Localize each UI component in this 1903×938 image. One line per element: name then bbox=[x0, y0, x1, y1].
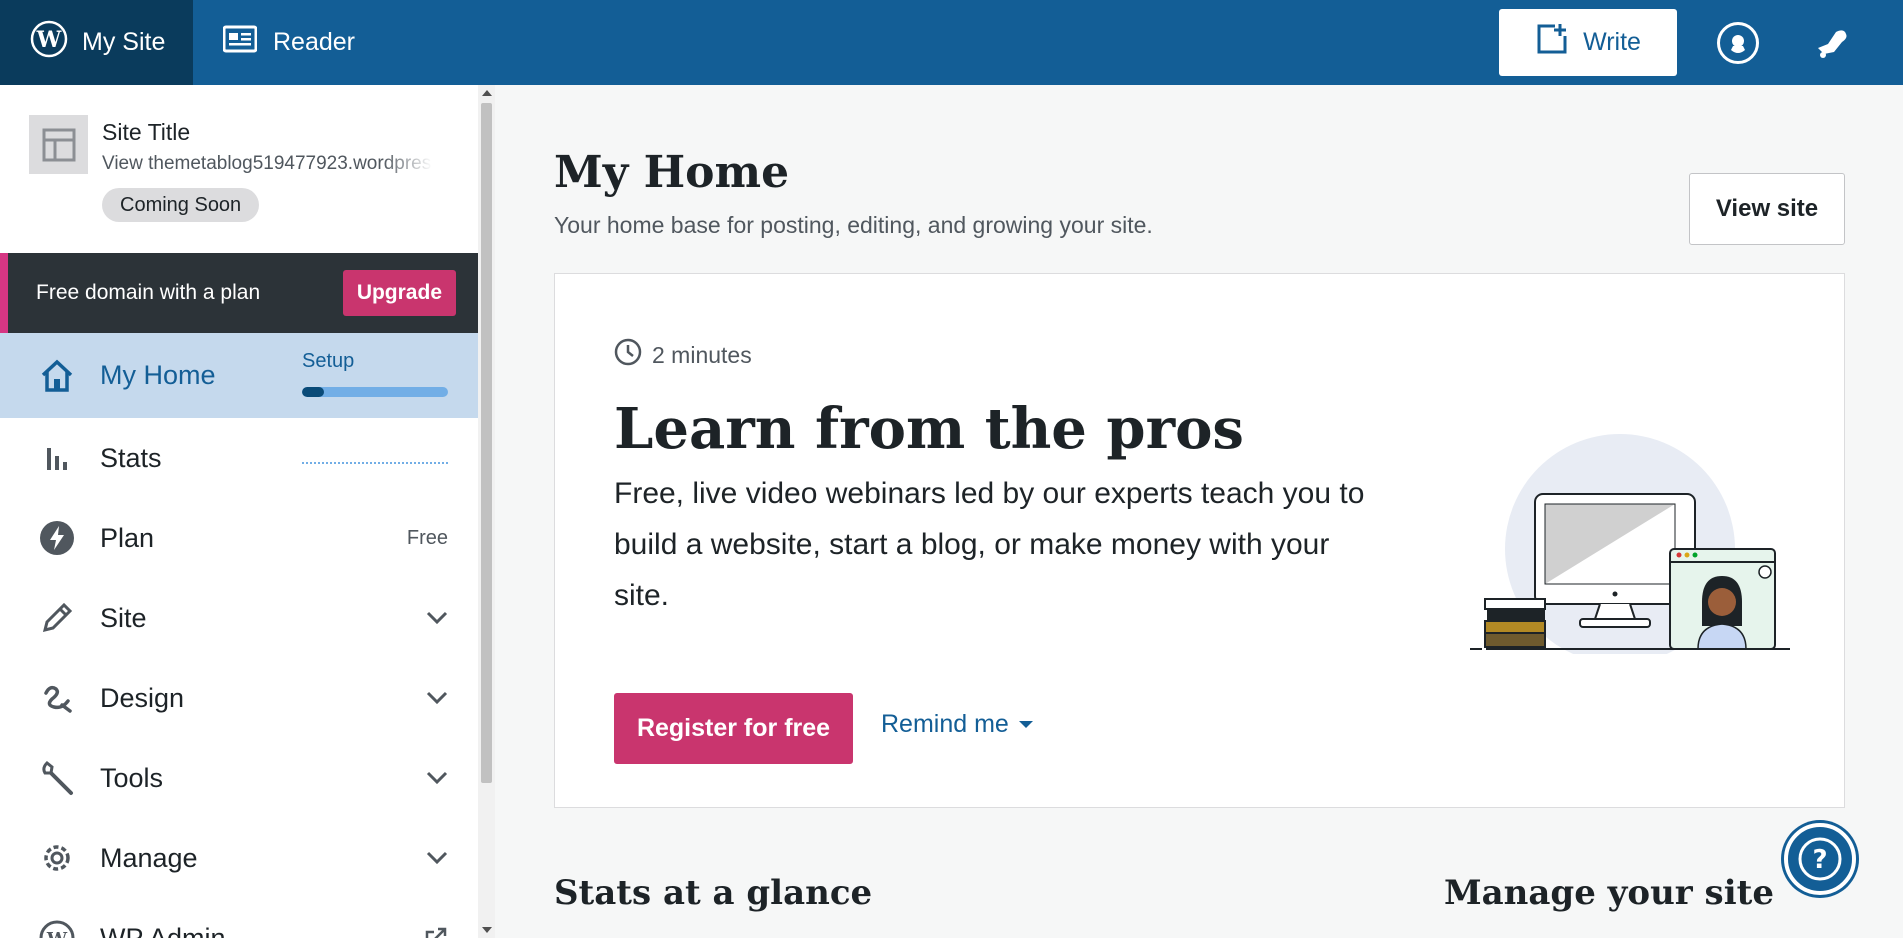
design-brush-icon bbox=[38, 679, 76, 717]
chevron-down-icon bbox=[426, 851, 448, 865]
free-domain-promo[interactable]: Free domain with a plan Upgrade bbox=[0, 253, 478, 333]
sidebar-item-label: Tools bbox=[100, 762, 164, 793]
wordpress-admin-icon: W bbox=[38, 919, 76, 938]
pencil-icon bbox=[38, 599, 76, 637]
gear-icon bbox=[38, 839, 76, 877]
sidebar-item-manage[interactable]: Manage bbox=[0, 818, 478, 898]
write-label: Write bbox=[1583, 28, 1641, 56]
chevron-down-icon bbox=[426, 771, 448, 785]
sidebar-scrollbar[interactable] bbox=[478, 85, 495, 938]
sidebar: Site Title View themetablog519477923.wor… bbox=[0, 85, 478, 938]
external-link-icon bbox=[424, 926, 448, 938]
setup-label: Setup bbox=[302, 350, 355, 372]
wrench-icon bbox=[38, 759, 76, 797]
webinar-illustration bbox=[1470, 434, 1800, 664]
help-question-icon: ? bbox=[1798, 837, 1842, 881]
sidebar-item-label: Plan bbox=[100, 522, 155, 553]
user-avatar[interactable] bbox=[1717, 21, 1759, 64]
sidebar-item-plan[interactable]: Plan Free bbox=[0, 498, 478, 578]
masterbar-actions: Write bbox=[1499, 0, 1903, 85]
sidebar-item-site[interactable]: Site bbox=[0, 578, 478, 658]
sidebar-item-tools[interactable]: Tools bbox=[0, 738, 478, 818]
register-button[interactable]: Register for free bbox=[614, 693, 853, 764]
webinar-card: 2 minutes Learn from the pros Free, live… bbox=[554, 273, 1845, 808]
my-site-label: My Site bbox=[82, 28, 166, 56]
sidebar-item-label: Manage bbox=[100, 842, 198, 873]
scroll-down-arrow-icon[interactable] bbox=[482, 927, 492, 933]
sidebar-item-label: Stats bbox=[100, 442, 162, 473]
site-title: Site Title bbox=[102, 119, 191, 145]
home-icon bbox=[38, 357, 76, 395]
manage-your-site-heading: Manage your site bbox=[1444, 873, 1774, 913]
sidebar-item-label: Design bbox=[100, 682, 185, 713]
svg-text:W: W bbox=[36, 27, 62, 53]
sidebar-item-my-home[interactable]: My Home Setup bbox=[0, 333, 478, 418]
scrollbar-thumb[interactable] bbox=[481, 103, 492, 783]
svg-text:W: W bbox=[46, 929, 68, 938]
sidebar-item-wp-admin[interactable]: W WP Admin bbox=[0, 898, 478, 938]
clock-icon bbox=[614, 338, 642, 372]
plan-value: Free bbox=[406, 526, 448, 549]
sidebar-item-design[interactable]: Design bbox=[0, 658, 478, 738]
plan-bolt-icon bbox=[38, 519, 76, 557]
write-icon bbox=[1535, 22, 1569, 63]
reader-label: Reader bbox=[273, 28, 355, 56]
wordpress-logo-icon: W bbox=[30, 20, 68, 65]
svg-text:?: ? bbox=[1812, 845, 1827, 875]
sidebar-item-label: Site bbox=[100, 602, 147, 633]
upgrade-button[interactable]: Upgrade bbox=[342, 270, 456, 316]
masterbar: W My Site Reader Write bbox=[0, 0, 1903, 85]
card-title: Learn from the pros bbox=[614, 396, 1244, 462]
chevron-down-icon bbox=[426, 691, 448, 705]
page-subtitle: Your home base for posting, editing, and… bbox=[554, 212, 1153, 238]
main-content: My Home Your home base for posting, edit… bbox=[495, 85, 1903, 938]
card-description: Free, live video webinars led by our exp… bbox=[614, 477, 1365, 612]
promo-text: Free domain with a plan bbox=[36, 281, 261, 304]
duration-label: 2 minutes bbox=[652, 341, 752, 368]
page-title: My Home bbox=[554, 147, 790, 198]
stats-at-a-glance-heading: Stats at a glance bbox=[554, 873, 873, 913]
stats-sparkline bbox=[302, 462, 448, 464]
sidebar-item-label: WP Admin bbox=[100, 922, 226, 938]
sidebar-item-label: My Home bbox=[100, 360, 216, 390]
reader-tab[interactable]: Reader bbox=[193, 0, 355, 85]
site-layout-icon bbox=[29, 115, 88, 174]
sidebar-nav: My Home Setup Stats Plan Free Site Desig… bbox=[0, 333, 478, 938]
remind-me-button[interactable]: Remind me bbox=[881, 710, 1033, 739]
help-button[interactable]: ? bbox=[1784, 823, 1856, 895]
remind-me-label: Remind me bbox=[881, 710, 1009, 738]
chevron-down-icon bbox=[426, 611, 448, 625]
view-site-button[interactable]: View site bbox=[1689, 173, 1845, 245]
notifications-bell-icon[interactable] bbox=[1813, 23, 1853, 63]
stats-bar-chart-icon bbox=[38, 439, 76, 477]
scroll-up-arrow-icon[interactable] bbox=[482, 90, 492, 96]
caret-down-icon bbox=[1018, 721, 1033, 728]
reader-icon bbox=[222, 24, 258, 61]
setup-progress-bar bbox=[302, 387, 448, 397]
site-card[interactable]: Site Title View themetablog519477923.wor… bbox=[0, 85, 478, 253]
coming-soon-badge: Coming Soon bbox=[102, 188, 260, 222]
my-site-tab[interactable]: W My Site bbox=[0, 0, 193, 85]
site-url-link[interactable]: View themetablog519477923.wordpress.com bbox=[102, 153, 432, 175]
setup-progress-fill bbox=[302, 387, 324, 397]
sidebar-item-stats[interactable]: Stats bbox=[0, 418, 478, 498]
duration: 2 minutes bbox=[614, 338, 752, 372]
write-button[interactable]: Write bbox=[1499, 9, 1677, 76]
